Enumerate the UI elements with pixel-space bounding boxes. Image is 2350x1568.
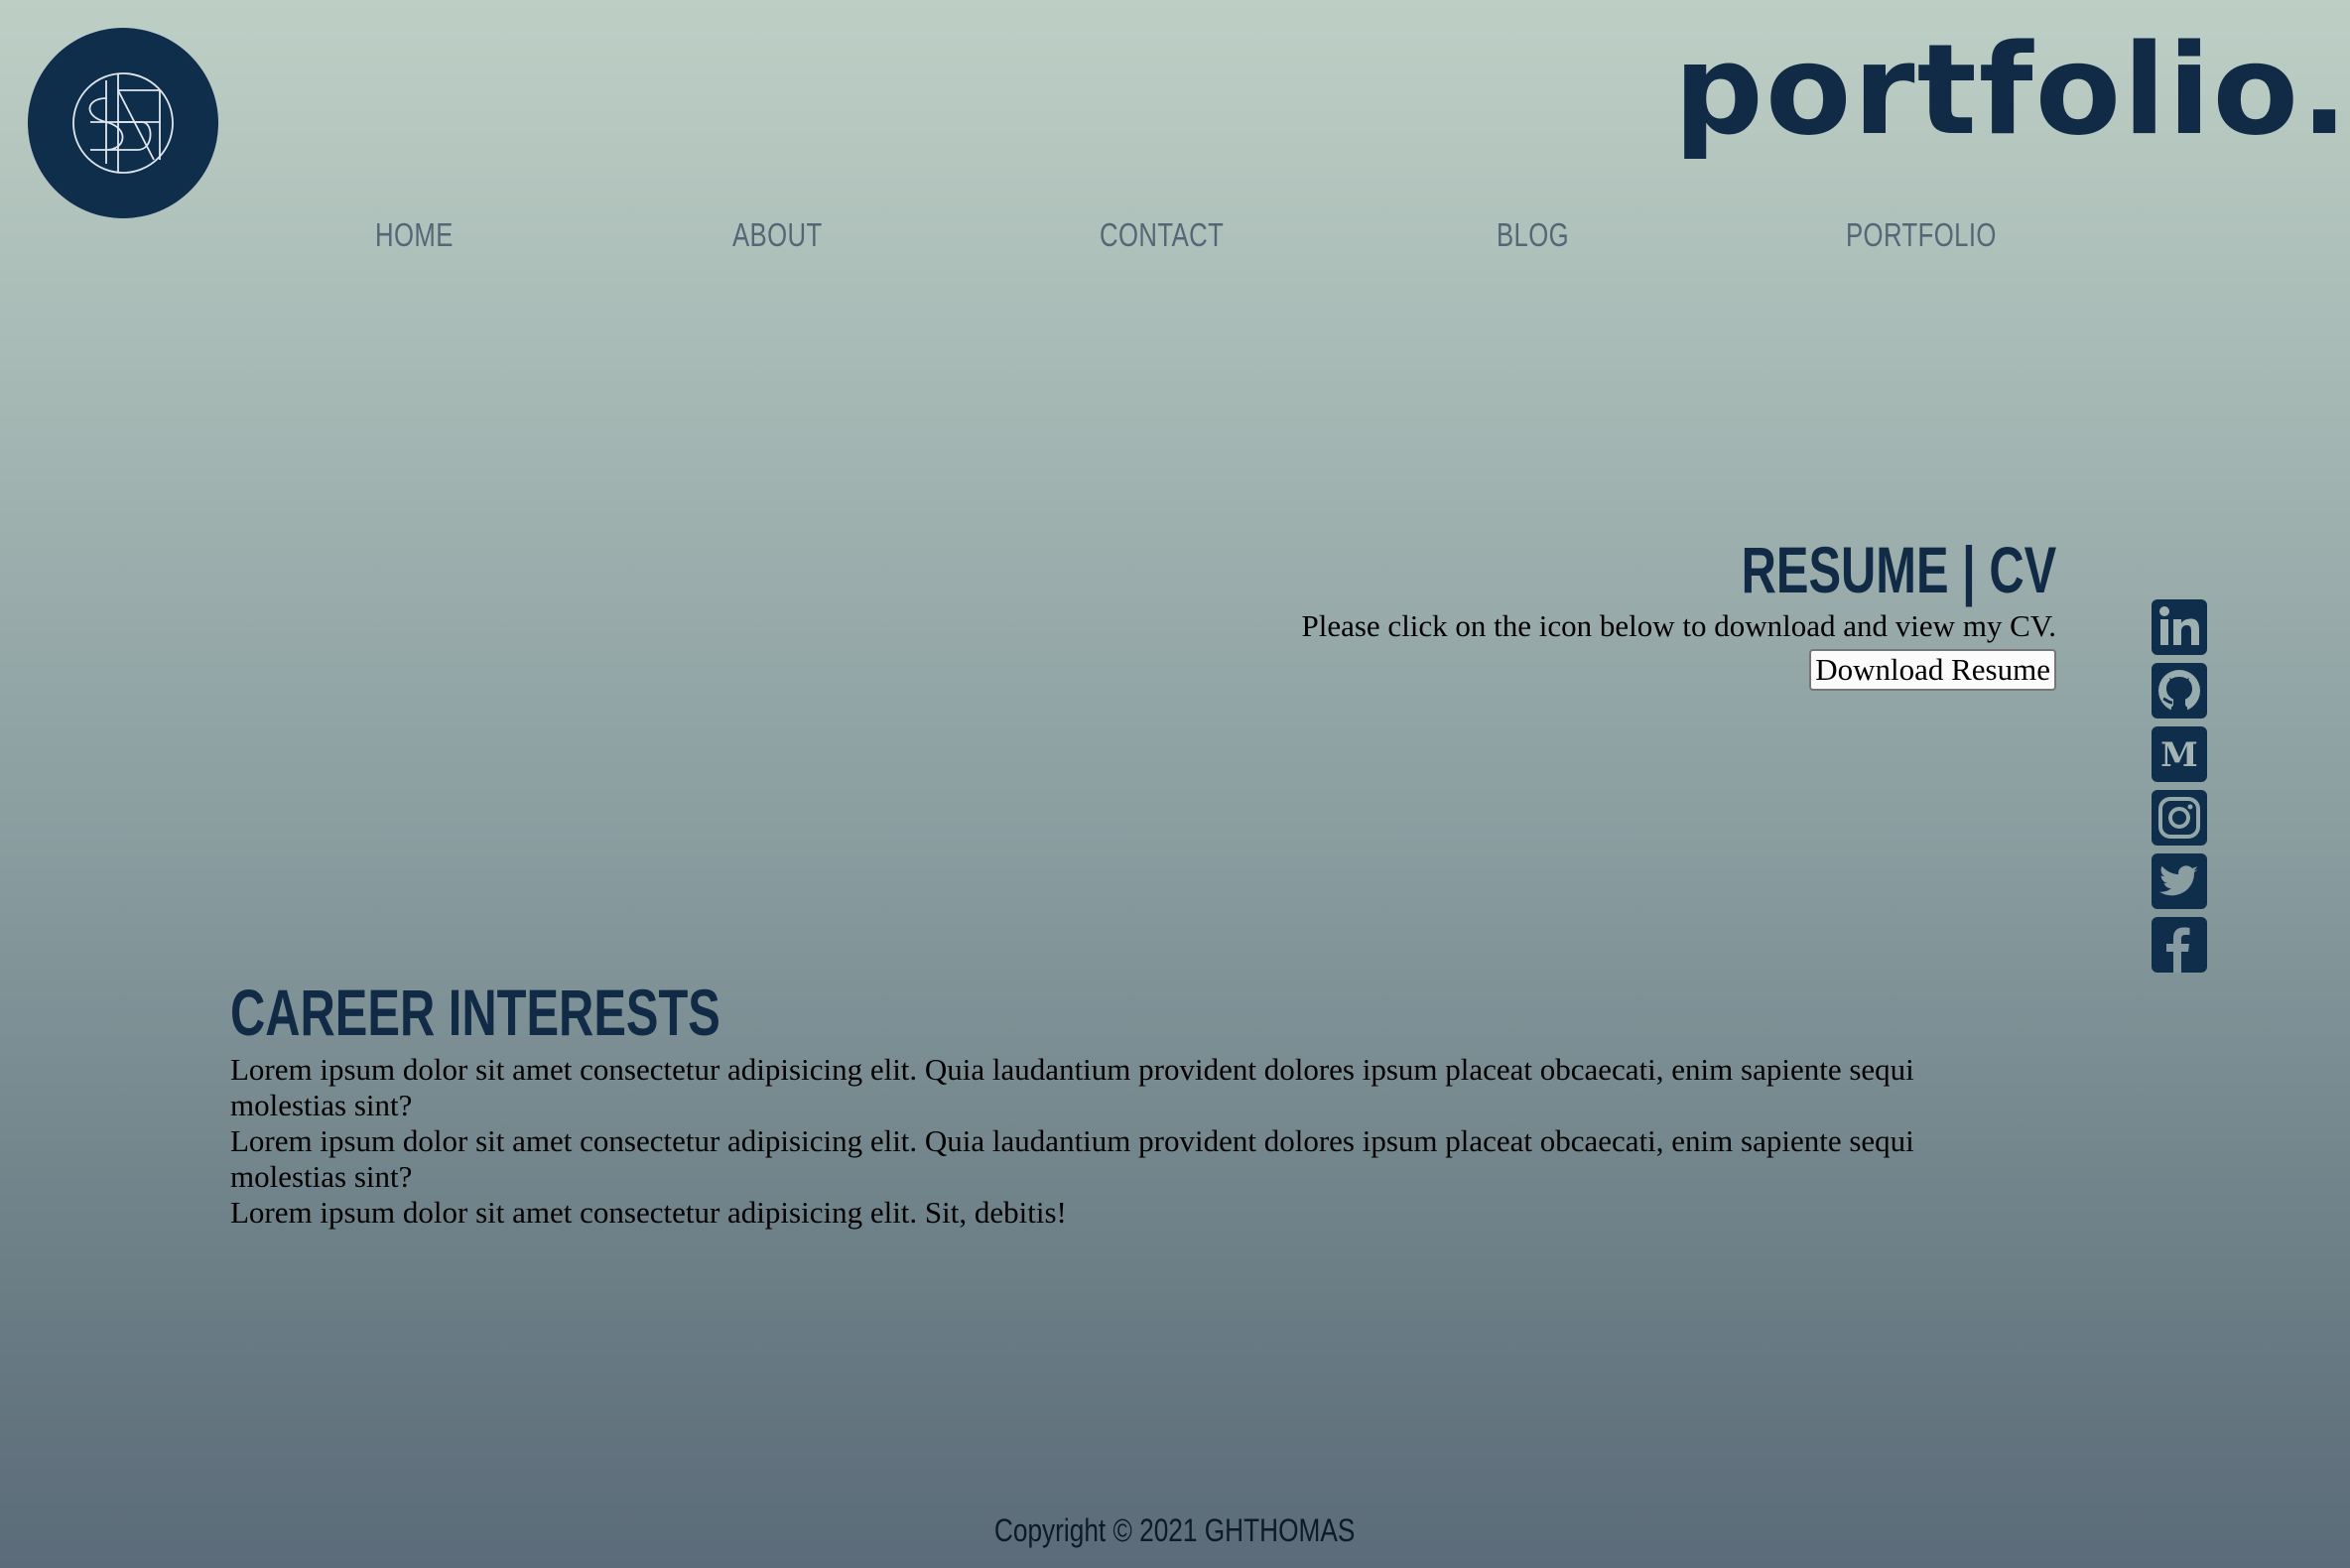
download-resume-button[interactable]: Download Resume (1809, 649, 2056, 691)
sn-monogram-icon (72, 72, 174, 174)
nav-item-about[interactable]: ABOUT (732, 216, 823, 254)
instagram-icon[interactable] (2152, 790, 2207, 846)
career-section: CAREER INTERESTS Lorem ipsum dolor sit a… (230, 973, 2017, 1231)
footer: Copyright © 2021 GHTHOMAS (0, 1512, 2350, 1549)
resume-description: Please click on the icon below to downlo… (1301, 608, 2056, 643)
linkedin-icon[interactable] (2152, 599, 2207, 655)
medium-icon[interactable]: M (2152, 726, 2207, 782)
main-nav: HOME ABOUT CONTACT BLOG PORTFOLIO (0, 216, 2350, 266)
resume-heading: RESUME | CV (965, 532, 2056, 607)
social-links: M (2152, 599, 2207, 980)
career-paragraph-1: Lorem ipsum dolor sit amet consectetur a… (230, 1052, 1914, 1122)
facebook-icon[interactable] (2152, 917, 2207, 973)
career-paragraph-3: Lorem ipsum dolor sit amet consectetur a… (230, 1195, 1067, 1230)
nav-item-blog[interactable]: BLOG (1497, 216, 1569, 254)
career-heading: CAREER INTERESTS (230, 973, 2017, 1052)
logo[interactable] (28, 28, 218, 218)
brand-title: portfolio. (1673, 17, 2350, 163)
copyright-text: Copyright © 2021 GHTHOMAS (994, 1512, 1356, 1548)
career-heading-text: CAREER INTERESTS (230, 976, 720, 1049)
nav-item-home[interactable]: HOME (375, 216, 454, 254)
twitter-icon[interactable] (2152, 853, 2207, 909)
svg-text:M: M (2160, 735, 2198, 775)
nav-item-contact[interactable]: CONTACT (1100, 216, 1224, 254)
resume-heading-text: RESUME | CV (1741, 533, 2056, 606)
github-icon[interactable] (2152, 663, 2207, 719)
nav-item-portfolio[interactable]: PORTFOLIO (1846, 216, 1997, 254)
career-paragraph-2: Lorem ipsum dolor sit amet consectetur a… (230, 1123, 1914, 1194)
resume-section: RESUME | CV Please click on the icon bel… (965, 532, 2056, 691)
